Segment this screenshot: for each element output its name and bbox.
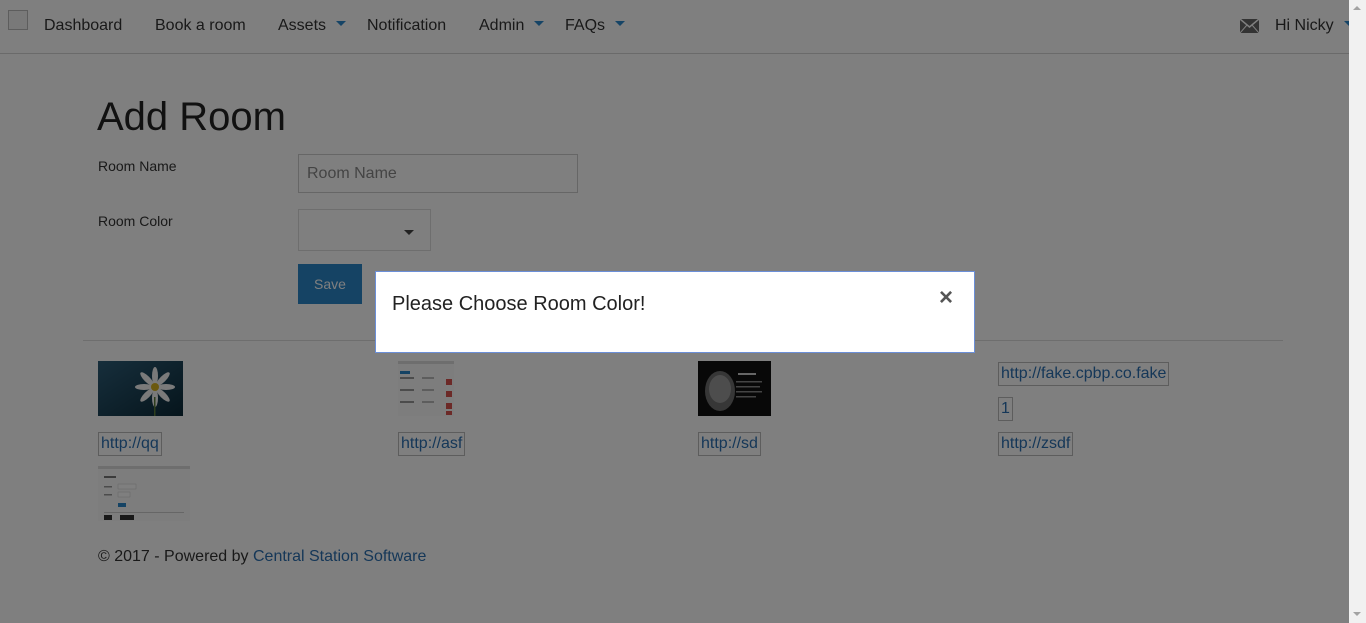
vertical-scrollbar[interactable] <box>1349 0 1366 623</box>
scroll-up-arrow-icon[interactable] <box>1353 6 1361 10</box>
scroll-down-arrow-icon[interactable] <box>1353 612 1361 616</box>
scrollbar-thumb[interactable] <box>1351 16 1364 606</box>
alert-modal: Please Choose Room Color! × <box>375 271 975 353</box>
page: Dashboard Book a room Assets Notificatio… <box>0 0 1349 623</box>
modal-message: Please Choose Room Color! <box>392 293 646 315</box>
close-icon[interactable]: × <box>939 286 953 310</box>
